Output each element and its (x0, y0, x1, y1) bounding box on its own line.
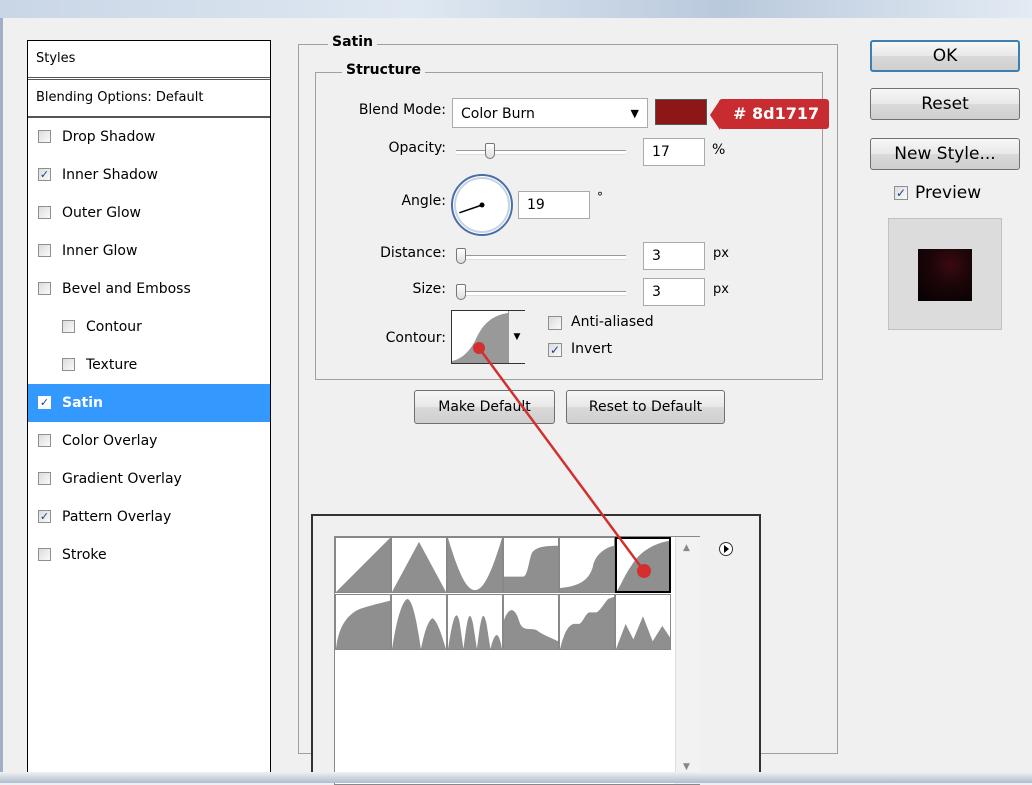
window-frame-bottom (0, 772, 1032, 783)
annotation-end-dot (637, 564, 651, 578)
annotation-start-dot (473, 342, 485, 354)
annotation-connector (473, 342, 651, 578)
